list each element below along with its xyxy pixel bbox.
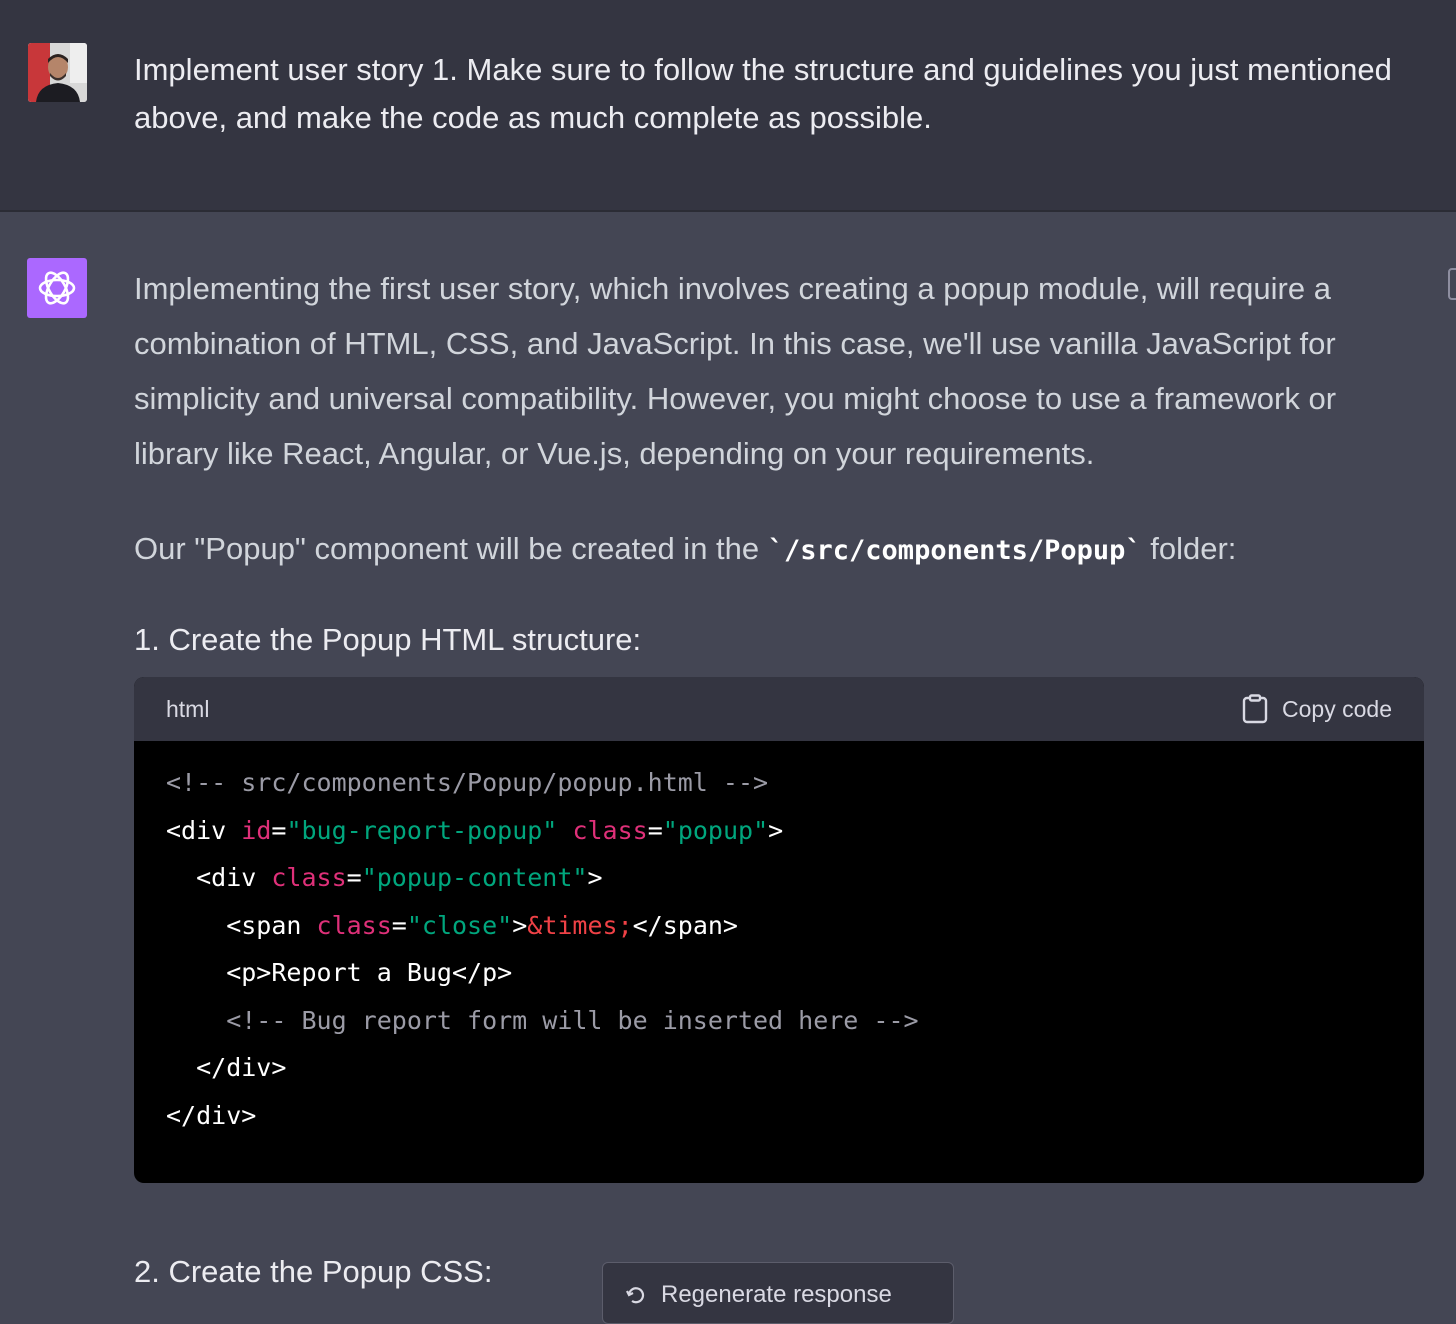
copy-code-button[interactable]: Copy code: [1242, 691, 1392, 727]
code-line: <!-- src/components/Popup/popup.html -->: [166, 759, 1392, 807]
code-block: html Copy code <!-- src/components/Popup…: [134, 677, 1424, 1183]
folder-inline-code: `/src/components/Popup`: [767, 535, 1142, 566]
step1-heading: 1. Create the Popup HTML structure:: [134, 622, 642, 657]
code-tag: >: [587, 863, 603, 892]
code-attr: class: [271, 863, 347, 892]
folder-prefix: Our "Popup" component will be created in…: [134, 531, 768, 566]
code-eq: =: [346, 863, 362, 892]
assistant-intro-text: Implementing the first user story, which…: [134, 271, 1337, 471]
clipboard-icon: [1242, 694, 1268, 724]
folder-suffix: folder:: [1141, 531, 1237, 566]
assistant-avatar: [27, 258, 87, 318]
code-line: <div id="bug-report-popup" class="popup"…: [166, 807, 1392, 855]
code-attr: id: [241, 815, 272, 845]
user-message: Implement user story 1. Make sure to fol…: [0, 0, 1456, 212]
code-line: </div>: [166, 1092, 1392, 1140]
code-string: "close": [406, 910, 513, 940]
code-tag: >: [768, 815, 784, 845]
code-tag: </span>: [632, 910, 738, 940]
user-avatar-icon: [28, 43, 87, 102]
code-tag: <div: [166, 815, 242, 845]
code-text: <p>Report a Bug</p>: [166, 958, 513, 987]
regenerate-response-button[interactable]: Regenerate response: [602, 1262, 954, 1324]
code-block-header: html Copy code: [134, 677, 1424, 741]
code-eq: =: [271, 815, 287, 845]
code-tag: </div>: [166, 1053, 287, 1082]
openai-logo-icon: [38, 271, 76, 305]
code-line: <p>Report a Bug</p>: [166, 949, 1392, 997]
code-line: </div>: [166, 1044, 1392, 1092]
code-attr: class: [572, 815, 648, 845]
code-tag: <div: [166, 863, 272, 892]
code-tag: <span: [166, 910, 317, 940]
code-string: "bug-report-popup": [286, 815, 558, 845]
code-string: "popup-content": [361, 863, 588, 892]
code-line: <span class="close">&times;</span>: [166, 902, 1392, 950]
code-tag: >: [512, 910, 528, 940]
user-avatar: [28, 43, 87, 102]
code-comment: <!-- src/components/Popup/popup.html -->: [166, 768, 769, 797]
code-body: <!-- src/components/Popup/popup.html -->…: [134, 741, 1424, 1139]
code-comment: <!-- Bug report form will be inserted he…: [166, 1005, 919, 1035]
code-attr: class: [316, 910, 392, 940]
code-string: "popup": [662, 815, 769, 845]
assistant-folder-text: Our "Popup" component will be created in…: [134, 521, 1394, 578]
code-line: <!-- Bug report form will be inserted he…: [166, 997, 1392, 1045]
code-eq: =: [647, 815, 663, 845]
code-language-label: html: [166, 696, 210, 722]
code-line: <div class="popup-content">: [166, 854, 1392, 902]
code-eq: =: [391, 910, 407, 940]
code-tag: </div>: [166, 1100, 257, 1130]
code-entity: &times;: [527, 910, 633, 940]
copy-code-label: Copy code: [1282, 695, 1392, 722]
regenerate-label: Regenerate response: [661, 1281, 892, 1308]
refresh-icon: [626, 1287, 645, 1304]
user-message-text: Implement user story 1. Make sure to fol…: [134, 52, 1392, 135]
message-action-stub[interactable]: [1448, 268, 1456, 300]
